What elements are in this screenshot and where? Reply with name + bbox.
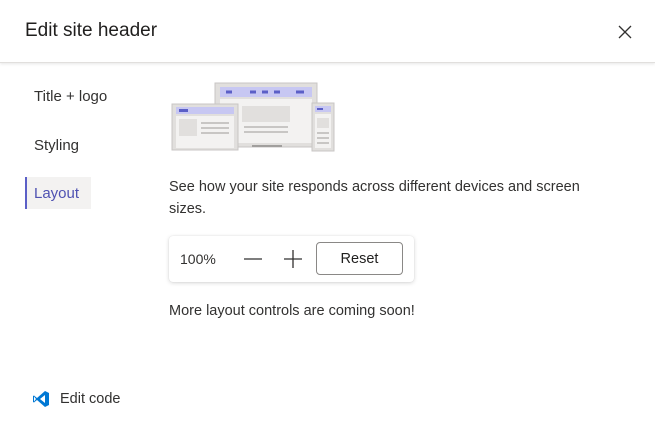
zoom-in-button[interactable] — [279, 245, 307, 273]
zoom-out-button[interactable] — [239, 245, 267, 273]
panel-header: Edit site header — [0, 0, 655, 63]
minus-icon — [244, 258, 262, 260]
nav-item-styling[interactable]: Styling — [25, 129, 91, 161]
coming-soon-text: More layout controls are coming soon! — [169, 303, 415, 319]
nav-item-title-logo[interactable]: Title + logo — [25, 80, 107, 112]
close-icon — [618, 25, 632, 39]
panel-title: Edit site header — [25, 20, 158, 41]
responsive-devices-icon — [171, 82, 335, 152]
close-button[interactable] — [613, 20, 637, 44]
vscode-icon — [33, 391, 49, 407]
layout-description: See how your site responds across differ… — [169, 179, 580, 217]
zoom-level: 100% — [180, 251, 216, 267]
nav-item-layout[interactable]: Layout — [25, 177, 91, 209]
plus-icon — [284, 250, 302, 268]
zoom-control: 100% Reset — [169, 236, 414, 282]
edit-code-label: Edit code — [60, 391, 121, 407]
edit-code-button[interactable]: Edit code — [32, 388, 120, 410]
reset-button[interactable]: Reset — [316, 242, 403, 275]
